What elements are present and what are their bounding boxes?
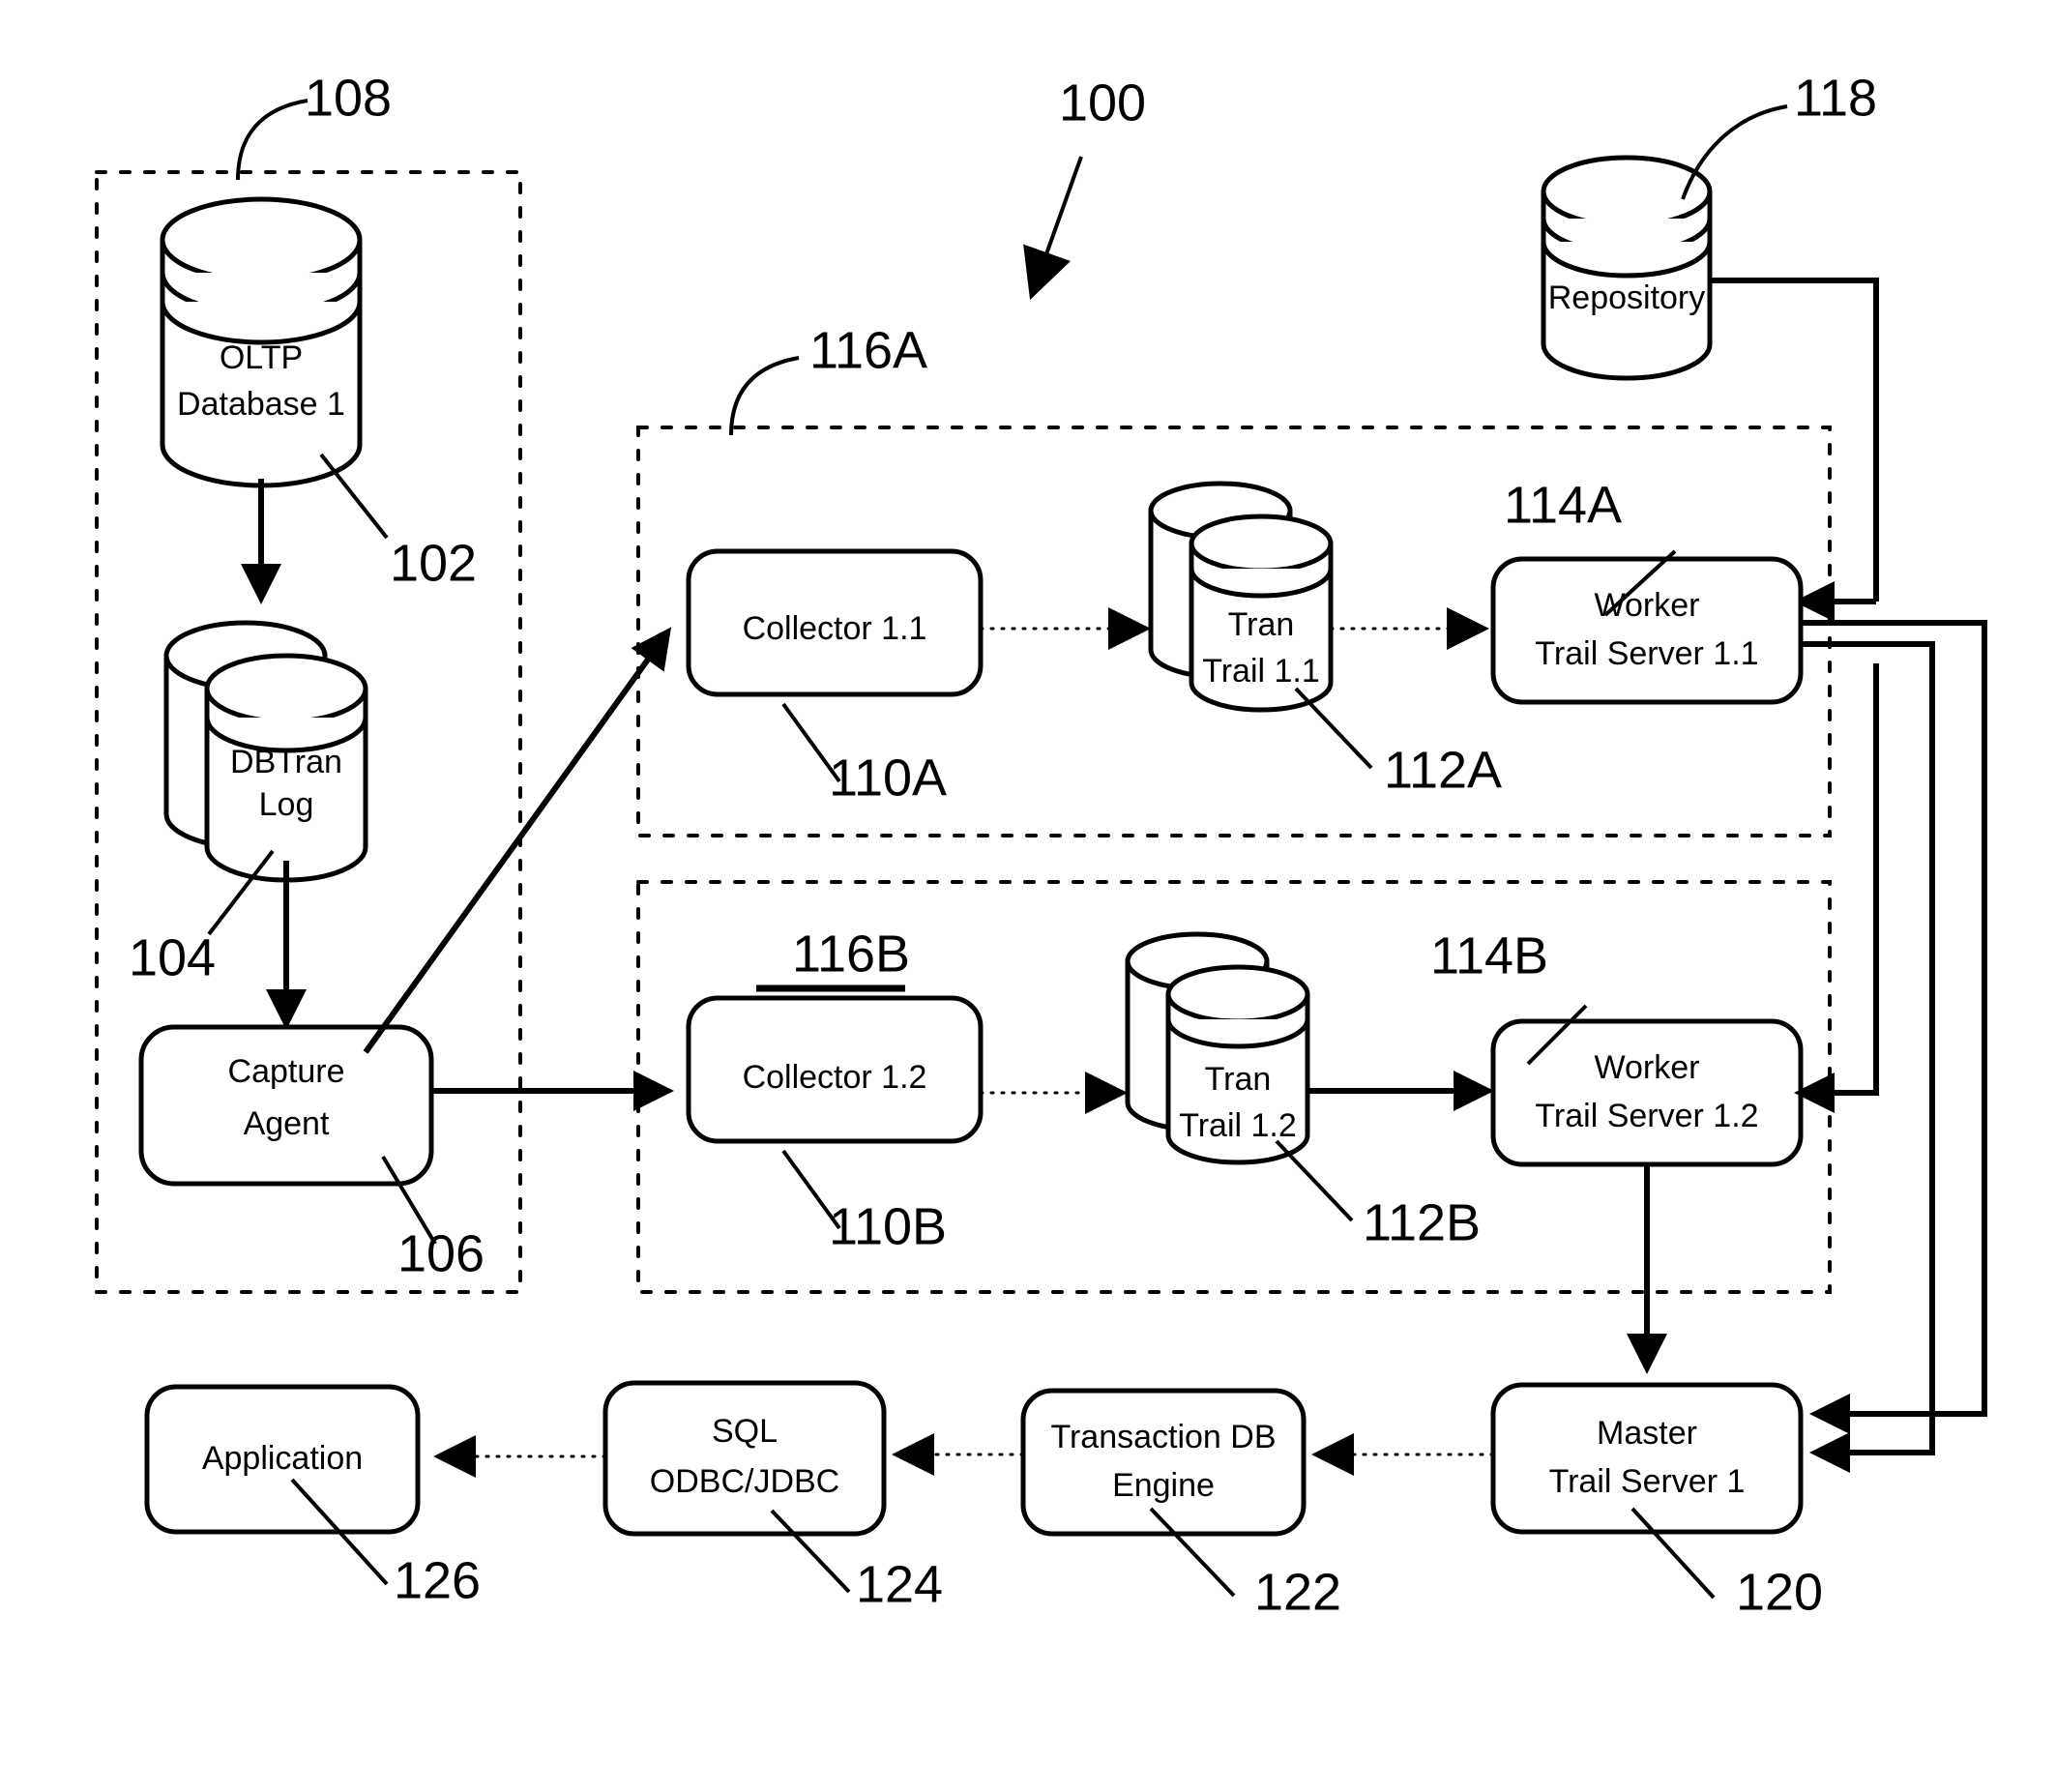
node-transaction-db-engine: Transaction DB Engine <box>1020 1388 1307 1537</box>
node-dbtran-log: DBTran Log <box>163 620 368 883</box>
arrowhead-txdbengine-to-sql <box>892 1433 934 1476</box>
ref-110A: 110A <box>829 749 947 807</box>
ref-110B: 110B <box>829 1197 947 1255</box>
worker-1-1-to-master <box>1801 641 1935 1473</box>
leader-102 <box>319 453 389 540</box>
capture-agent-label-2: Agent <box>244 1105 330 1142</box>
ref-116B: 116B <box>792 925 910 983</box>
ref-100: 100 <box>1059 73 1146 132</box>
figure-canvas: 108 OLTP Database 1 102 DBTran Log 104 C… <box>0 0 2056 1792</box>
node-oltp-database: OLTP Database 1 <box>160 196 363 488</box>
capture-agent-label-1: Capture <box>228 1053 345 1090</box>
arrowhead-master-to-txdbengine <box>1311 1433 1354 1476</box>
worker-1-2-label-1: Worker <box>1595 1049 1700 1086</box>
sql-odbc-jdbc-label-1: SQL <box>712 1413 778 1450</box>
repo-to-worker-1-2 <box>1794 663 1879 1113</box>
repo-trunk-line <box>1710 278 1879 602</box>
ref-114A: 114A <box>1504 476 1622 534</box>
patent-diagram: 108 OLTP Database 1 102 DBTran Log 104 C… <box>95 69 1987 1621</box>
repository-label: Repository <box>1548 279 1706 316</box>
leader-108 <box>236 99 308 181</box>
node-collector-1-1: Collector 1.1 <box>686 548 984 697</box>
node-application: Application <box>144 1384 421 1535</box>
ref-124: 124 <box>856 1555 943 1613</box>
ref-118: 118 <box>1794 69 1877 127</box>
node-tran-trail-1-1: Tran Trail 1.1 <box>1148 481 1334 713</box>
oltp-database-label-1: OLTP <box>220 339 303 376</box>
dbtran-log-label-2: Log <box>259 786 314 823</box>
worker-1-2-label-2: Trail Server 1.2 <box>1535 1098 1758 1134</box>
arrowhead-collector-1-2 <box>1085 1072 1128 1114</box>
leader-100 <box>1023 156 1083 301</box>
master-trail-server-label-1: Master <box>1597 1415 1697 1452</box>
node-worker-trail-server-1-1: Worker Trail Server 1.1 <box>1490 556 1804 705</box>
ref-114B: 114B <box>1430 926 1548 984</box>
ref-116A: 116A <box>809 321 927 379</box>
ref-106: 106 <box>397 1224 485 1282</box>
worker-1-1-label-1: Worker <box>1595 587 1700 624</box>
tran-trail-1-1-label-1: Tran <box>1228 606 1295 643</box>
collector-1-2-label: Collector 1.2 <box>743 1059 927 1096</box>
node-sql-odbc-jdbc: SQL ODBC/JDBC <box>602 1380 887 1537</box>
collector-1-1-label: Collector 1.1 <box>743 610 927 647</box>
ref-122: 122 <box>1254 1563 1341 1621</box>
transaction-db-engine-label-2: Engine <box>1112 1467 1215 1504</box>
ref-112A: 112A <box>1384 741 1502 799</box>
node-master-trail-server-1: Master Trail Server 1 <box>1490 1382 1804 1535</box>
arrowhead-trantrail-1-1 <box>1447 607 1489 650</box>
ref-126: 126 <box>394 1551 481 1609</box>
ref-102: 102 <box>390 534 477 592</box>
application-label: Application <box>202 1440 363 1477</box>
master-trail-server-label-2: Trail Server 1 <box>1549 1463 1746 1500</box>
oltp-database-label-2: Database 1 <box>177 386 345 423</box>
leader-112A <box>1294 687 1373 770</box>
tran-trail-1-2-label-1: Tran <box>1205 1061 1272 1098</box>
worker-1-1-label-2: Trail Server 1.1 <box>1535 635 1758 672</box>
leader-116A <box>729 356 800 436</box>
arrowhead-collector-1-1 <box>1108 607 1151 650</box>
node-worker-trail-server-1-2: Worker Trail Server 1.2 <box>1490 1018 1804 1167</box>
ref-120: 120 <box>1736 1563 1823 1621</box>
ref-112B: 112B <box>1363 1193 1481 1251</box>
ref-104: 104 <box>129 928 216 986</box>
tran-trail-1-2-label-2: Trail 1.2 <box>1179 1107 1297 1144</box>
arrow-captureagent-to-collector-1-1 <box>363 627 672 1054</box>
leader-112B <box>1275 1139 1354 1222</box>
dbtran-log-label-1: DBTran <box>230 744 342 780</box>
node-collector-1-2: Collector 1.2 <box>686 995 984 1144</box>
node-tran-trail-1-2: Tran Trail 1.2 <box>1125 931 1310 1165</box>
transaction-db-engine-label-1: Transaction DB <box>1050 1419 1276 1455</box>
sql-odbc-jdbc-label-2: ODBC/JDBC <box>650 1463 839 1500</box>
node-capture-agent: Capture Agent <box>138 1024 434 1187</box>
ref-108: 108 <box>305 69 392 127</box>
arrowhead-sql-to-application <box>433 1435 476 1478</box>
tran-trail-1-1-label-2: Trail 1.1 <box>1202 653 1320 690</box>
